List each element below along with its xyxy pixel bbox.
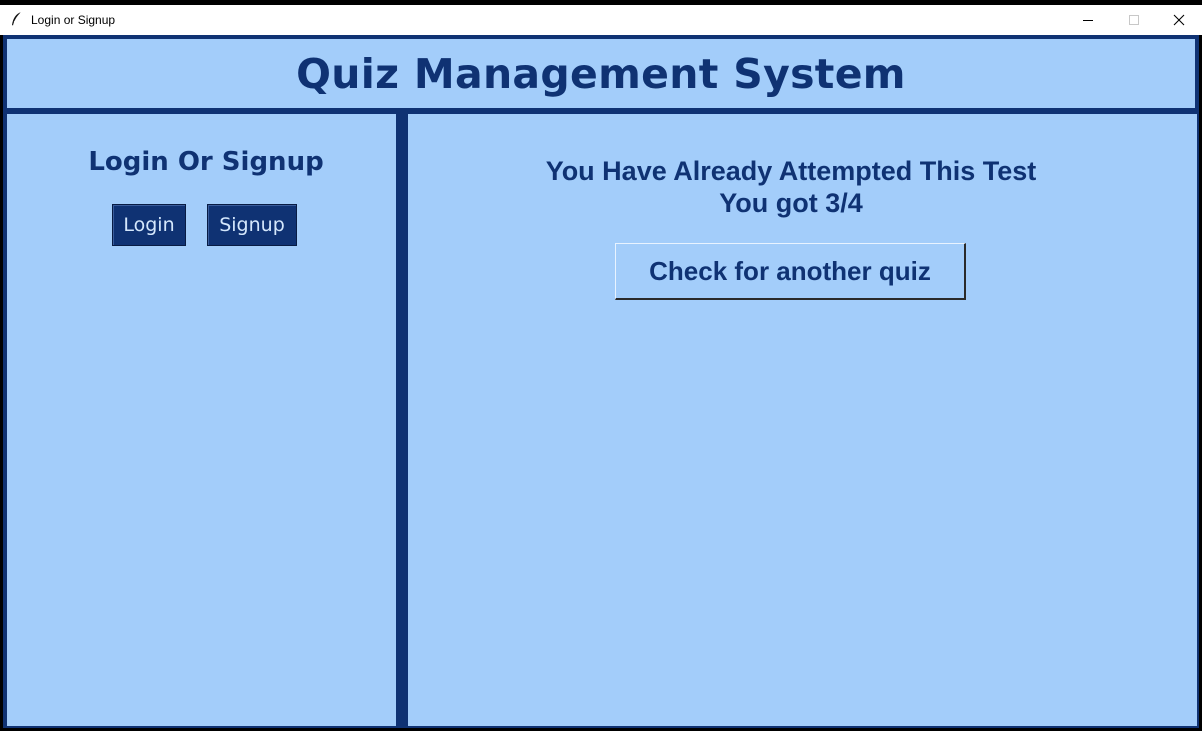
login-button[interactable]: Login (112, 204, 186, 246)
maximize-button[interactable] (1111, 5, 1157, 35)
title-bar[interactable]: Login or Signup (0, 5, 1202, 35)
page-title: Quiz Management System (296, 50, 906, 98)
client-area: Quiz Management System Login Or Signup L… (3, 35, 1199, 728)
minimize-icon (1082, 14, 1094, 26)
quiz-panel: You Have Already Attempted This Test You… (408, 114, 1197, 726)
sidebar-heading: Login Or Signup (88, 147, 324, 177)
signup-button[interactable]: Signup (207, 204, 297, 246)
score-message: You got 3/4 (719, 188, 863, 218)
minimize-button[interactable] (1065, 5, 1111, 35)
close-button[interactable] (1156, 5, 1202, 35)
auth-sidebar: Login Or Signup Login Signup (7, 114, 396, 726)
feather-icon (10, 11, 24, 27)
window-title: Login or Signup (31, 13, 116, 27)
attempted-message: You Have Already Attempted This Test (545, 156, 1037, 186)
header-banner: Quiz Management System (7, 39, 1195, 108)
maximize-icon (1128, 14, 1140, 26)
app-window: Login or Signup Quiz Management System L… (0, 0, 1202, 731)
check-another-quiz-button[interactable]: Check for another quiz (615, 243, 966, 300)
close-icon (1173, 14, 1185, 26)
